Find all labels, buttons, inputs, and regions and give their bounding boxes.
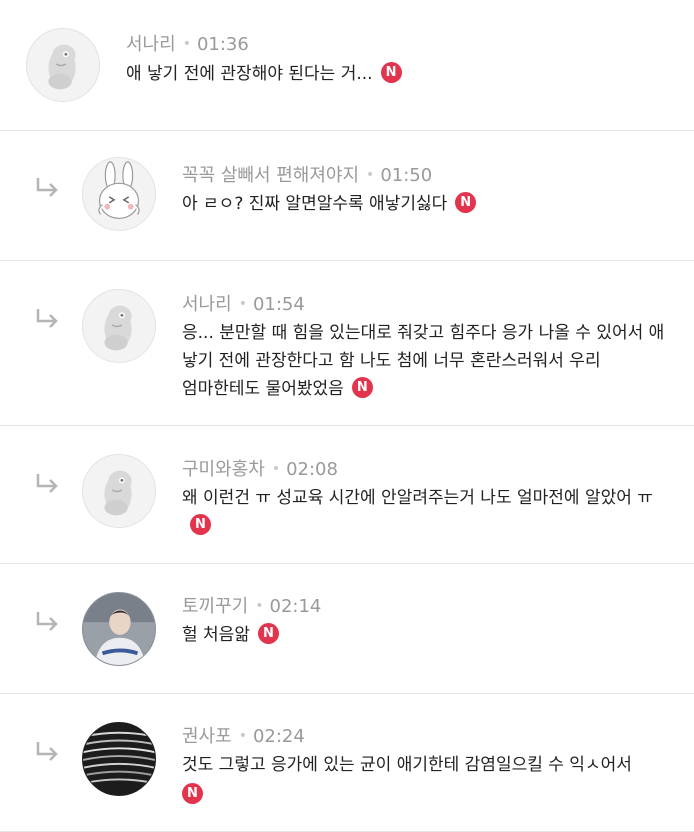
- reply-arrow-icon: [36, 309, 58, 328]
- comment-body: 헐 처음앎: [182, 625, 250, 645]
- comment-meta: 토끼꾸기 • 02:14: [182, 592, 321, 618]
- new-badge: N: [455, 191, 477, 213]
- avatar[interactable]: [82, 157, 156, 231]
- comment-time: 02:24: [252, 726, 305, 747]
- comment-body: 애 낳기 전에 관장해야 된다는 거...: [126, 64, 373, 84]
- comment-body: 것도 그렇고 응가에 있는 균이 애기한테 감염일으킬 수 익ㅅ어서: [182, 755, 632, 775]
- comment-item: 꼭꼭 살빼서 편해져야지 • 01:50 아 ㄹㅇ? 진짜 알면알수록 애낳기싫다 N: [0, 131, 694, 261]
- kakao-character-icon: [104, 470, 132, 516]
- author-name[interactable]: 서나리: [182, 294, 232, 315]
- avatar[interactable]: [26, 28, 100, 102]
- reply-arrow-icon: [36, 612, 58, 631]
- avatar[interactable]: [82, 722, 156, 796]
- comment-item: 서나리 • 01:54 응... 분만할 때 힘을 있는대로 줘갖고 힘주다 응가 …: [0, 261, 694, 426]
- new-badge: N: [190, 513, 211, 535]
- comment-text: 것도 그렇고 응가에 있는 균이 애기한테 감염일으킬 수 익ㅅ어서 N: [182, 751, 680, 809]
- comment-meta: 서나리 • 01:36: [126, 30, 249, 56]
- comment-meta: 꼭꼭 살빼서 편해져야지 • 01:50: [182, 161, 432, 187]
- comment-time: 01:54: [252, 294, 305, 315]
- kakao-character-icon: [104, 305, 132, 351]
- rabbit-character-icon: [98, 161, 140, 219]
- abstract-photo-icon: [83, 723, 155, 795]
- comment-meta: 서나리 • 01:54: [182, 290, 305, 316]
- comment-text: 헐 처음앎 N: [182, 621, 676, 649]
- comment-item: 서나리 • 01:36 애 낳기 전에 관장해야 된다는 거... N: [0, 0, 694, 131]
- kakao-character-icon: [48, 44, 76, 90]
- author-name[interactable]: 구미와홍차: [182, 459, 265, 480]
- new-badge: N: [351, 376, 373, 398]
- avatar[interactable]: [82, 454, 156, 528]
- avatar[interactable]: [82, 592, 156, 666]
- comment-text: 애 낳기 전에 관장해야 된다는 거... N: [126, 60, 676, 88]
- comment-text: 왜 이런건 ㅠ 성교육 시간에 안알려주는거 나도 얼마전에 알았어 ㅠ N: [182, 484, 680, 540]
- comment-body: 응... 분만할 때 힘을 있는대로 줘갖고 힘주다 응가 나올 수 있어서 애…: [182, 323, 665, 399]
- comment-time: 02:08: [286, 459, 338, 480]
- separator-dot: •: [238, 296, 247, 312]
- comment-time: 01:36: [196, 34, 249, 55]
- avatar[interactable]: [82, 289, 156, 363]
- comment-list: 서나리 • 01:36 애 낳기 전에 관장해야 된다는 거... N 꼭꼭 살빼: [0, 0, 694, 832]
- comment-meta: 권사포 • 02:24: [182, 722, 305, 748]
- author-name[interactable]: 꼭꼭 살빼서 편해져야지: [182, 165, 359, 186]
- separator-dot: •: [271, 461, 281, 477]
- comment-item: 토끼꾸기 • 02:14 헐 처음앎 N: [0, 564, 694, 694]
- separator-dot: •: [255, 598, 264, 614]
- author-name[interactable]: 토끼꾸기: [182, 596, 248, 617]
- comment-item: 구미와홍차 • 02:08 왜 이런건 ㅠ 성교육 시간에 안알려주는거 나도 얼마…: [0, 426, 694, 564]
- comment-text: 아 ㄹㅇ? 진짜 알면알수록 애낳기싫다 N: [182, 190, 676, 218]
- comment-time: 02:14: [269, 596, 322, 617]
- separator-dot: •: [366, 167, 375, 183]
- author-name[interactable]: 서나리: [126, 34, 176, 55]
- comment-text: 응... 분만할 때 힘을 있는대로 줘갖고 힘주다 응가 나올 수 있어서 애…: [182, 319, 680, 403]
- person-photo-icon: [83, 593, 155, 665]
- comment-body: 아 ㄹㅇ? 진짜 알면알수록 애낳기싫다: [182, 194, 448, 214]
- separator-dot: •: [238, 728, 247, 744]
- new-badge: N: [257, 622, 279, 644]
- reply-arrow-icon: [36, 178, 58, 197]
- reply-arrow-icon: [36, 474, 58, 493]
- comment-time: 01:50: [380, 165, 433, 186]
- separator-dot: •: [182, 36, 191, 52]
- new-badge: N: [380, 61, 402, 83]
- comment-item: 권사포 • 02:24 것도 그렇고 응가에 있는 균이 애기한테 감염일으킬 수 …: [0, 694, 694, 832]
- reply-arrow-icon: [36, 742, 58, 761]
- new-badge: N: [182, 782, 203, 804]
- comment-meta: 구미와홍차 • 02:08: [182, 455, 338, 481]
- comment-body: 왜 이런건 ㅠ 성교육 시간에 안알려주는거 나도 얼마전에 알았어 ㅠ: [182, 488, 653, 508]
- author-name[interactable]: 권사포: [182, 726, 232, 747]
